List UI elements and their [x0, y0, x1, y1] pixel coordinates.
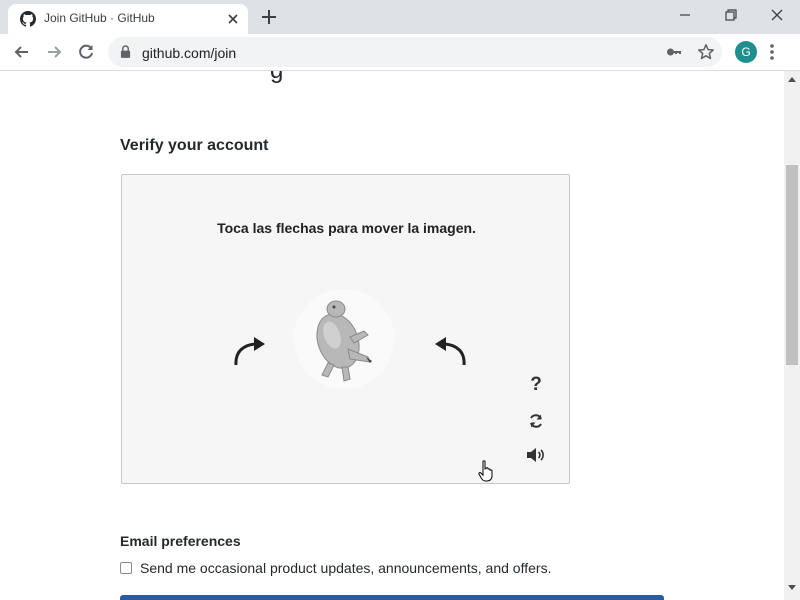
key-icon[interactable]	[666, 45, 682, 59]
tab-title: Join GitHub · GitHub	[44, 11, 155, 25]
page-scrollbar[interactable]	[784, 71, 800, 600]
bookmark-star-icon[interactable]	[697, 43, 715, 61]
close-icon	[771, 9, 783, 21]
captcha-animal-image	[294, 289, 394, 389]
profile-avatar[interactable]: G	[735, 41, 757, 63]
email-optin-checkbox[interactable]	[120, 562, 132, 574]
page-viewport: g Verify your account Toca las flechas p…	[0, 71, 784, 600]
lock-icon	[120, 45, 131, 58]
rotate-left-arrow-icon[interactable]	[230, 333, 270, 367]
scrollbar-thumb[interactable]	[786, 165, 798, 365]
scroll-up-arrow-icon[interactable]	[788, 76, 796, 82]
help-icon[interactable]: ?	[526, 374, 546, 396]
email-preferences-heading: Email preferences	[120, 533, 241, 549]
audio-icon[interactable]	[526, 447, 546, 463]
scroll-down-arrow-icon[interactable]	[788, 585, 796, 591]
email-optin-label[interactable]: Send me occasional product updates, anno…	[140, 560, 551, 576]
url-text: github.com/join	[142, 45, 237, 61]
rotate-right-arrow-icon[interactable]	[430, 333, 470, 367]
reload-page-icon[interactable]	[76, 42, 96, 62]
captcha-panel: Toca las flechas para mover la imagen. ?	[121, 174, 570, 484]
reload-icon[interactable]	[528, 413, 544, 429]
tab-join-github[interactable]: Join GitHub · GitHub	[8, 4, 248, 34]
clipped-heading-fragment: g	[270, 71, 283, 85]
close-window-button[interactable]	[754, 0, 800, 30]
browser-toolbar: github.com/join G	[0, 34, 800, 71]
hand-cursor-icon	[478, 460, 493, 482]
new-tab-icon[interactable]	[260, 8, 278, 26]
restore-button[interactable]	[708, 0, 754, 30]
address-bar[interactable]: github.com/join	[108, 37, 722, 67]
github-icon	[20, 11, 36, 27]
verify-heading: Verify your account	[120, 137, 269, 154]
back-arrow-icon[interactable]	[12, 42, 32, 62]
tab-strip: Join GitHub · GitHub	[0, 0, 800, 34]
forward-arrow-icon[interactable]	[44, 42, 64, 62]
close-icon[interactable]	[226, 12, 240, 26]
create-account-button[interactable]	[120, 595, 664, 600]
restore-icon	[725, 9, 737, 21]
kebab-menu-icon[interactable]	[770, 43, 774, 61]
minimize-button[interactable]	[662, 0, 708, 30]
captcha-instruction: Toca las flechas para mover la imagen.	[217, 220, 476, 236]
minimize-icon	[680, 14, 690, 16]
